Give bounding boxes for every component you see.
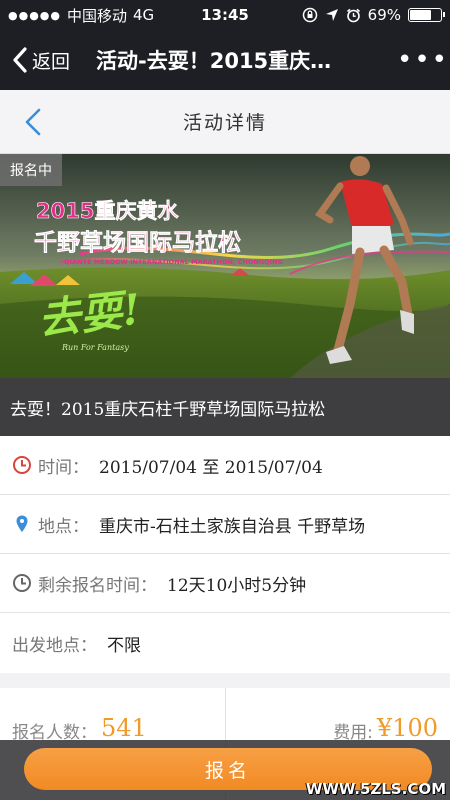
- time-value: 2015/07/04 至 2015/07/04: [99, 457, 323, 478]
- banner-subline: QIANYE MEADOW INTERNATIONAL MARATHON, CH…: [64, 258, 283, 266]
- status-right: 69%: [302, 6, 445, 24]
- detail-back-icon[interactable]: [22, 107, 44, 137]
- info-row-departure: 出发地点： 不限: [0, 613, 450, 673]
- event-title: 去耍！2015重庆石柱千野草场国际马拉松: [0, 378, 450, 436]
- back-label: 返回: [32, 50, 71, 73]
- event-banner-image: 2015重庆黄水 千野草场国际马拉松 QIANYE MEADOW INTERNA…: [0, 154, 450, 378]
- banner-headline-1: 2015重庆黄水: [36, 199, 179, 223]
- event-banner[interactable]: 2015重庆黄水 千野草场国际马拉松 QIANYE MEADOW INTERNA…: [0, 154, 450, 378]
- network-label: 4G: [133, 6, 155, 24]
- nav-bar: 返回 活动-去耍！2015重庆… •••: [0, 30, 450, 90]
- location-arrow-icon: [325, 9, 338, 21]
- more-menu-button[interactable]: •••: [396, 47, 450, 73]
- info-row-remaining: 剩余报名时间： 12天10小时5分钟: [0, 554, 450, 613]
- status-bar: ●●●●● 中国移动 4G 13:45 69%: [0, 0, 450, 30]
- remaining-value: 12天10小时5分钟: [167, 575, 307, 596]
- location-label: 地点：: [38, 516, 89, 537]
- carrier-label: 中国移动: [67, 6, 128, 25]
- event-info-list: 时间： 2015/07/04 至 2015/07/04 地点： 重庆市-石柱土家…: [0, 436, 450, 673]
- detail-title: 活动详情: [182, 112, 267, 134]
- signal-icon: ●●●●●: [8, 8, 61, 22]
- battery-percent: 69%: [367, 6, 401, 24]
- fee-value: ¥100: [376, 714, 438, 742]
- location-value: 重庆市-石柱土家族自治县 千野草场: [99, 516, 366, 537]
- battery-icon: [408, 8, 445, 22]
- departure-value: 不限: [107, 635, 141, 656]
- battery-fill: [410, 10, 431, 20]
- info-row-location[interactable]: 地点： 重庆市-石柱土家族自治县 千野草场: [0, 495, 450, 554]
- alarm-icon: [346, 8, 360, 22]
- clock-icon: [13, 456, 31, 474]
- remaining-label: 剩余报名时间：: [38, 575, 157, 596]
- time-label: 时间：: [38, 457, 89, 478]
- status-left: ●●●●● 中国移动 4G: [8, 5, 154, 26]
- location-pin-icon: [16, 515, 28, 532]
- page-title: 活动-去耍！2015重庆…: [96, 49, 332, 73]
- banner-slogan-sub: Run For Fantasy: [61, 343, 129, 352]
- watermark: WWW.5ZLS.COM: [305, 780, 446, 798]
- chevron-left-icon: [13, 47, 27, 73]
- info-row-time: 时间： 2015/07/04 至 2015/07/04: [0, 436, 450, 495]
- rotation-lock-icon: [302, 7, 317, 23]
- detail-header: 活动详情: [0, 90, 450, 154]
- registration-status-badge: 报名中: [0, 154, 62, 186]
- signups-count: 541: [101, 714, 147, 742]
- departure-label: 出发地点：: [12, 635, 97, 656]
- back-button[interactable]: 返回: [0, 47, 96, 74]
- banner-headline-2: 千野草场国际马拉松: [34, 229, 241, 256]
- timer-icon: [13, 574, 31, 592]
